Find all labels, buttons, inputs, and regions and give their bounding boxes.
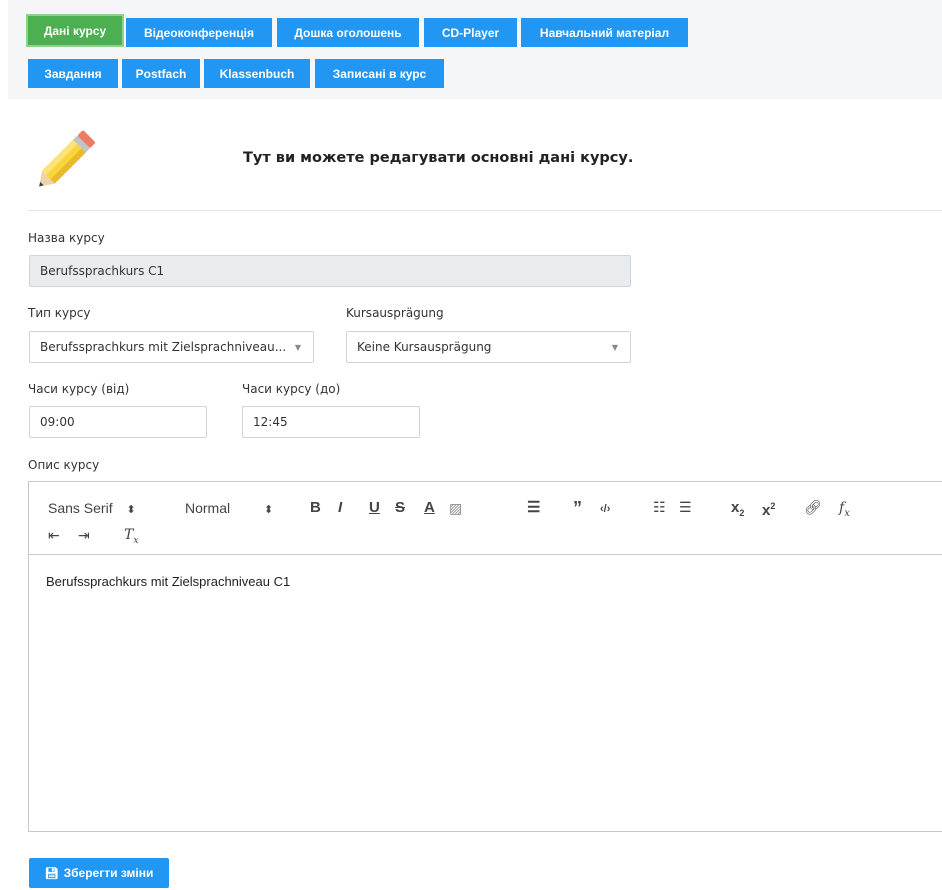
divider [28, 210, 942, 211]
code-icon[interactable]: ‹/› [600, 501, 610, 517]
course-type-label: Тип курсу [28, 306, 91, 320]
tab-notice-board[interactable]: Дошка оголошень [277, 18, 419, 47]
font-size-value: Normal [185, 500, 231, 516]
bold-icon[interactable]: B [310, 500, 321, 516]
tab-course-data[interactable]: Дані курсу [28, 16, 122, 45]
tab-cd-player[interactable]: CD-Player [424, 18, 517, 47]
editor-content[interactable]: Berufssprachkurs mit Zielsprachniveau C1 [46, 574, 290, 589]
font-family-picker[interactable]: Sans Serif ⬍ [48, 500, 136, 518]
bullet-list-icon[interactable]: ☰ [679, 499, 692, 515]
course-variant-select[interactable]: Keine Kursausprägung ▼ [346, 331, 631, 363]
tab-postfach[interactable]: Postfach [122, 59, 200, 88]
hours-from-input[interactable]: 09:00 [29, 406, 207, 438]
course-name-label: Назва курсу [28, 231, 105, 245]
strikethrough-icon[interactable]: S [395, 500, 405, 516]
clear-format-icon[interactable]: Tx [124, 527, 138, 549]
pencil-icon [39, 130, 95, 187]
text-color-icon[interactable]: A [424, 500, 435, 516]
save-button[interactable]: 💾︎ Зберегти зміни [29, 858, 169, 888]
hours-from-label: Часи курсу (від) [28, 382, 130, 396]
save-button-label: Зберегти зміни [63, 866, 154, 880]
intro-text: Тут ви можете редагувати основні дані ку… [243, 150, 634, 166]
tab-klassenbuch[interactable]: Klassenbuch [204, 59, 310, 88]
save-icon: 💾︎ [44, 867, 59, 880]
hours-to-label: Часи курсу (до) [242, 382, 341, 396]
blockquote-icon[interactable]: ” [573, 499, 582, 517]
chevron-down-icon: ▼ [611, 343, 618, 352]
course-type-value: Berufssprachkurs mit Zielsprachniveau... [40, 340, 287, 354]
italic-icon[interactable]: I [338, 500, 342, 516]
indent-icon[interactable]: ⇥ [78, 527, 90, 543]
description-label: Опис курсу [28, 458, 100, 472]
editor-toolbar: Sans Serif ⬍ Normal ⬍ B I U S A ▨ ☰ ” ‹/… [29, 482, 942, 555]
tab-tasks[interactable]: Завдання [28, 59, 118, 88]
link-icon[interactable]: 🔗︎ [804, 499, 822, 515]
subscript-icon[interactable]: x2 [731, 500, 744, 521]
updown-icon: ⬍ [264, 504, 274, 516]
background-color-icon[interactable]: ▨ [449, 500, 462, 516]
course-name-value: Berufssprachkurs C1 [40, 264, 165, 278]
course-type-select[interactable]: Berufssprachkurs mit Zielsprachniveau...… [29, 331, 314, 363]
tab-learning-material[interactable]: Навчальний матеріал [521, 18, 688, 47]
hours-to-input[interactable]: 12:45 [242, 406, 420, 438]
underline-icon[interactable]: U [369, 500, 380, 516]
tab-videoconference[interactable]: Відеоконференція [126, 18, 272, 47]
updown-icon: ⬍ [126, 504, 136, 516]
chevron-down-icon: ▼ [294, 343, 301, 352]
course-variant-value: Keine Kursausprägung [357, 340, 492, 354]
tab-enrolled[interactable]: Записані в курс [315, 59, 444, 88]
course-name-field[interactable]: Berufssprachkurs C1 [29, 255, 631, 287]
hours-from-value: 09:00 [40, 415, 75, 429]
description-editor: Sans Serif ⬍ Normal ⬍ B I U S A ▨ ☰ ” ‹/… [28, 481, 942, 832]
hours-to-value: 12:45 [253, 415, 288, 429]
align-icon[interactable]: ☰ [527, 500, 540, 516]
outdent-icon[interactable]: ⇤ [48, 527, 60, 543]
course-variant-label: Kursausprägung [346, 306, 444, 320]
superscript-icon[interactable]: x2 [762, 498, 775, 519]
formula-icon[interactable]: fx [839, 500, 850, 522]
font-size-picker[interactable]: Normal ⬍ [185, 500, 273, 518]
ordered-list-icon[interactable]: ☷ [653, 499, 666, 515]
font-family-value: Sans Serif [48, 500, 113, 516]
tab-bar: Дані курсу Відеоконференція Дошка оголош… [8, 0, 942, 99]
